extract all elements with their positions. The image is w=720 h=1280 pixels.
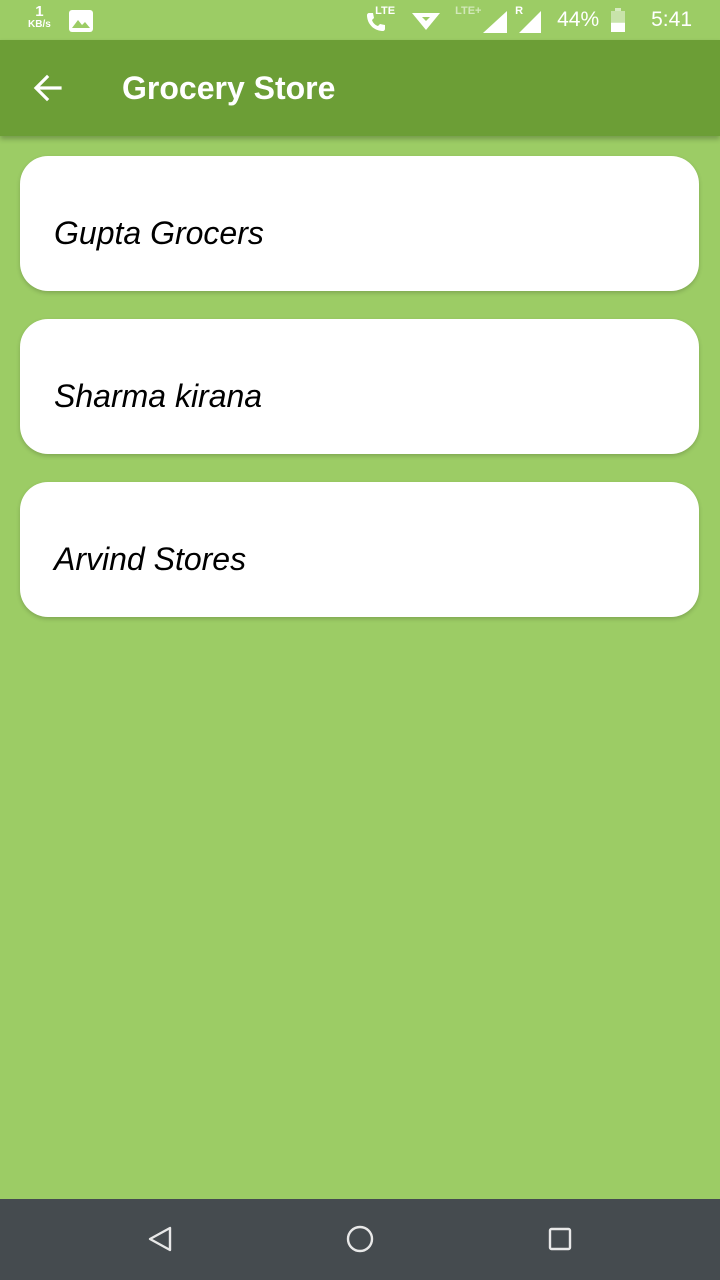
- volte-call-icon: LTE: [365, 5, 397, 33]
- recents-square-icon: [548, 1227, 572, 1251]
- store-name: Gupta Grocers: [54, 215, 264, 251]
- status-bar: 1 KB/s LTE LTE+ R 44% 5:41: [0, 0, 720, 40]
- battery-icon: [611, 8, 626, 32]
- nav-back-button[interactable]: [140, 1219, 180, 1259]
- network-speed-unit: KB/s: [28, 19, 51, 30]
- image-icon: [68, 10, 93, 37]
- battery-percent: 44%: [557, 8, 600, 31]
- back-triangle-icon: [148, 1226, 172, 1252]
- data-arrows-icon: [411, 9, 441, 31]
- volte-label: LTE: [375, 5, 396, 17]
- network-speed: 1 KB/s: [28, 4, 51, 30]
- store-name: Arvind Stores: [54, 541, 247, 577]
- navigation-bar: [0, 1199, 720, 1280]
- store-card-arvind-stores[interactable]: Arvind Stores: [20, 482, 699, 617]
- status-right: LTE LTE+ R 44% 5:41: [365, 0, 692, 40]
- store-card-sharma-kirana[interactable]: Sharma kirana: [20, 319, 699, 454]
- status-left: 1 KB/s: [28, 4, 93, 37]
- app-bar: Grocery Store: [0, 40, 720, 136]
- home-circle-icon: [346, 1225, 374, 1253]
- signal-roaming-icon: R: [515, 5, 542, 33]
- store-name: Sharma kirana: [54, 378, 263, 414]
- back-button[interactable]: [32, 72, 64, 104]
- nav-recents-button[interactable]: [540, 1219, 580, 1259]
- arrow-back-icon: [33, 74, 62, 102]
- signal-icon: LTE+: [455, 5, 508, 33]
- lte-plus-label: LTE+: [455, 5, 482, 17]
- page-title: Grocery Store: [122, 70, 336, 106]
- store-list: Gupta Grocers Sharma kirana Arvind Store…: [20, 156, 699, 645]
- store-card-gupta-grocers[interactable]: Gupta Grocers: [20, 156, 699, 291]
- network-speed-value: 1: [35, 3, 44, 20]
- clock: 5:41: [651, 8, 692, 31]
- nav-home-button[interactable]: [340, 1219, 380, 1259]
